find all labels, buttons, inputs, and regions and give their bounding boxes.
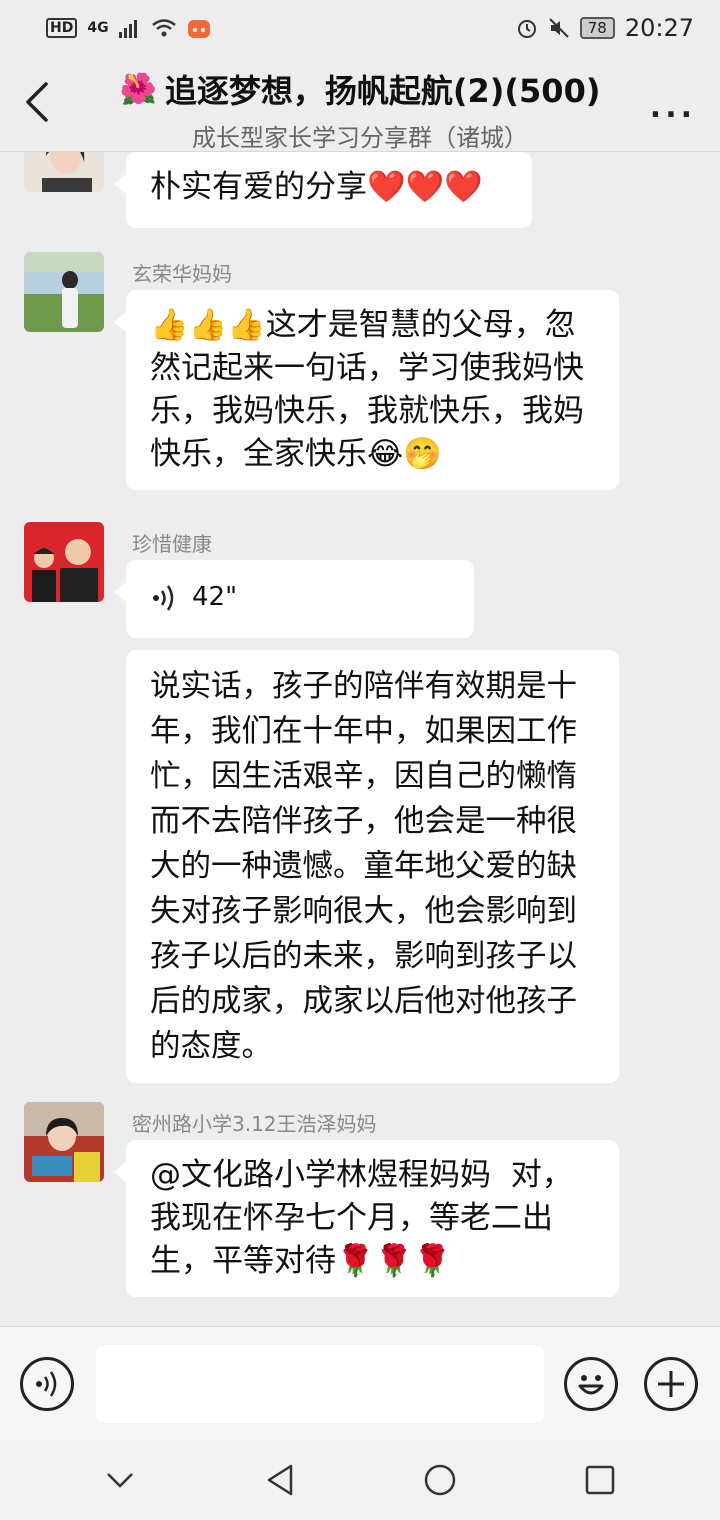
battery-indicator: 78 <box>579 17 615 39</box>
voice-duration: 42" <box>192 582 238 612</box>
chat-title-area: 🌺 追逐梦想，扬帆起航(2)(500) 成长型家长学习分享群（诸城） <box>100 66 620 153</box>
app-notification-icon <box>187 20 210 38</box>
message-list[interactable]: 朴实有爱的分享❤️❤️❤️ 玄荣华妈妈 👍👍👍这才是智慧的父母，忽然记起来一句话… <box>0 152 720 1326</box>
alarm-icon <box>517 20 536 38</box>
nav-collapse-button[interactable] <box>90 1450 150 1510</box>
triangle-back-icon <box>267 1464 293 1496</box>
emoji-icon <box>578 1375 604 1395</box>
title-line: 🌺 追逐梦想，扬帆起航(2)(500) <box>100 66 620 112</box>
chevron-down-icon <box>107 1473 133 1488</box>
back-arrow-icon <box>26 82 48 122</box>
status-time: 20:27 <box>624 14 694 42</box>
emoji-button[interactable] <box>564 1357 618 1411</box>
avatar-image <box>24 152 104 192</box>
message-text: 👍👍👍这才是智慧的父母，忽然记起来一句话，学习使我妈快乐，我妈快乐，我就快乐，我… <box>150 307 584 472</box>
hd-badge: HD <box>46 18 78 38</box>
voice-message: 42" <box>150 576 450 619</box>
circle-home-icon <box>424 1464 456 1496</box>
add-icon <box>658 1371 684 1397</box>
avatar-image <box>24 252 104 332</box>
sender-name: 珍惜健康 <box>132 532 212 556</box>
message-input[interactable] <box>96 1345 544 1423</box>
nav-back-button[interactable] <box>250 1450 310 1510</box>
more-button[interactable]: ... <box>650 90 696 125</box>
chat-title: 追逐梦想，扬帆起航(2)(500) <box>164 72 601 110</box>
status-bar: HD 4G 78 20:27 <box>0 0 720 56</box>
avatar-image <box>24 1102 104 1182</box>
input-bar <box>0 1326 720 1440</box>
voice-icon <box>36 1371 57 1397</box>
square-recents-icon <box>585 1465 615 1495</box>
network-type: 4G <box>87 20 109 36</box>
sender-name: 密州路小学3.12王浩泽妈妈 <box>132 1112 377 1136</box>
nav-home-button[interactable] <box>410 1450 470 1510</box>
chat-header: 🌺 追逐梦想，扬帆起航(2)(500) 成长型家长学习分享群（诸城） ... <box>0 56 720 152</box>
message-bubble[interactable]: 朴实有爱的分享❤️❤️❤️ <box>114 152 532 228</box>
sender-name: 玄荣华妈妈 <box>132 262 232 286</box>
message-bubble[interactable]: @文化路小学林煜程妈妈 对，我现在怀孕七个月，等老二出生，平等对待🌹🌹🌹 <box>114 1140 619 1297</box>
add-button[interactable] <box>644 1357 698 1411</box>
message-bubble[interactable]: 👍👍👍这才是智慧的父母，忽然记起来一句话，学习使我妈快乐，我妈快乐，我就快乐，我… <box>114 290 619 490</box>
avatar[interactable] <box>24 152 104 192</box>
status-right: 78 20:27 <box>516 14 694 42</box>
message-text: 说实话，孩子的陪伴有效期是十年，我们在十年中，如果因工作忙，因生活艰辛，因自己的… <box>150 669 577 1064</box>
nav-recents-button[interactable] <box>570 1450 630 1510</box>
title-emoji: 🌺 <box>119 71 157 107</box>
voice-input-button[interactable] <box>20 1357 74 1411</box>
avatar-image <box>24 522 104 602</box>
mute-icon <box>549 18 569 38</box>
wifi-icon <box>151 19 176 37</box>
message-bubble[interactable]: 说实话，孩子的陪伴有效期是十年，我们在十年中，如果因工作忙，因生活艰辛，因自己的… <box>126 650 619 1083</box>
more-dots-icon: ... <box>649 90 696 125</box>
message-text: 朴实有爱的分享❤️❤️❤️ <box>150 169 483 205</box>
avatar[interactable] <box>24 1102 104 1182</box>
status-left: HD 4G <box>46 16 211 40</box>
avatar[interactable] <box>24 522 104 602</box>
voice-play-icon <box>153 584 174 611</box>
avatar[interactable] <box>24 252 104 332</box>
voice-message-bubble[interactable]: 42" <box>114 560 474 638</box>
signal-icon <box>118 20 137 38</box>
message-text: @文化路小学林煜程妈妈 对，我现在怀孕七个月，等老二出生，平等对待🌹🌹🌹 <box>150 1157 573 1279</box>
chat-subtitle: 成长型家长学习分享群（诸城） <box>192 124 528 152</box>
system-nav-bar <box>0 1440 720 1520</box>
back-button[interactable] <box>22 80 62 128</box>
